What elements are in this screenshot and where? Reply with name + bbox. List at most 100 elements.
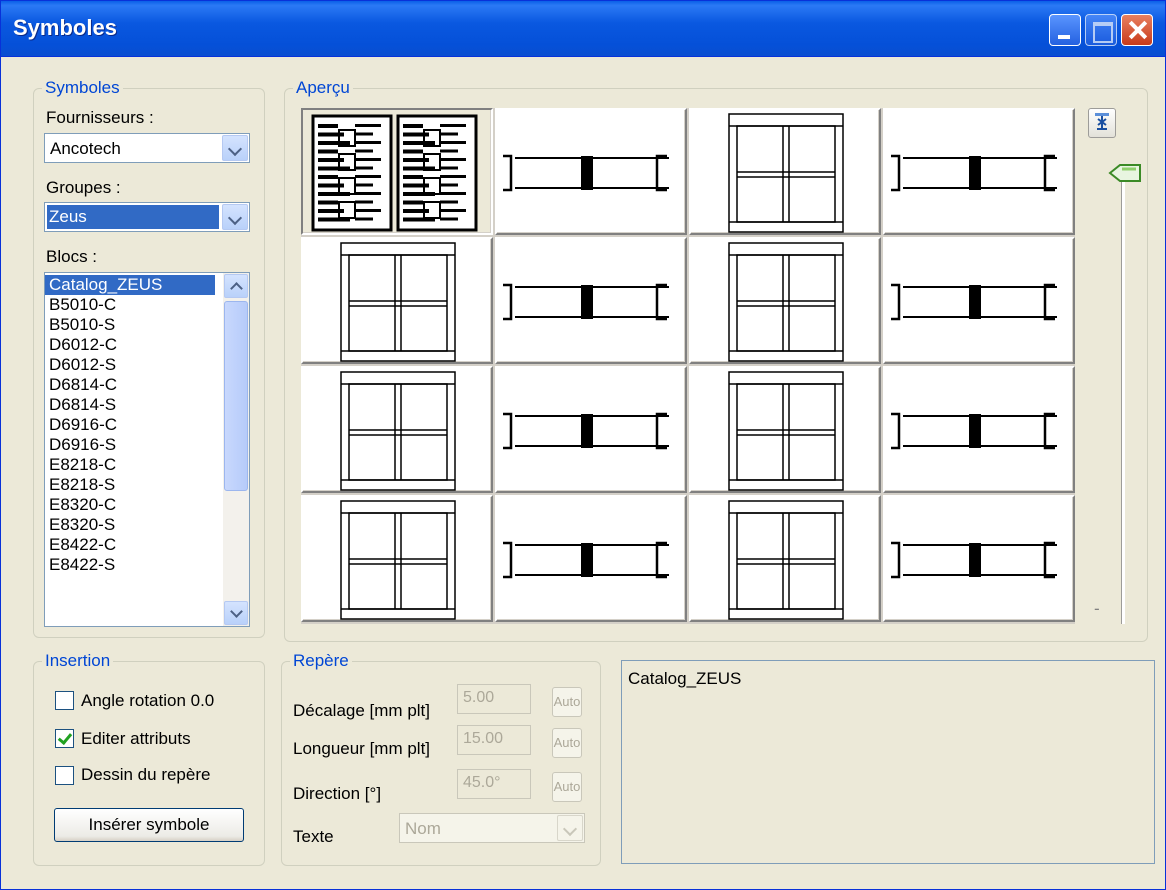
list-item[interactable]: E8320-C	[45, 495, 249, 515]
beam-drawing-icon	[503, 412, 669, 450]
inserer-symbole-button[interactable]: Insérer symbole	[54, 808, 244, 842]
preview-cell-frame[interactable]	[301, 495, 493, 622]
chevron-down-icon[interactable]	[222, 135, 248, 161]
list-item[interactable]: B5010-S	[45, 315, 249, 335]
list-item[interactable]: D6916-S	[45, 435, 249, 455]
frame-drawing-icon	[728, 371, 844, 491]
preview-cell-frame[interactable]	[689, 366, 881, 493]
scroll-thumb[interactable]	[224, 301, 248, 491]
preview-cell-frame[interactable]	[689, 237, 881, 364]
texte-label: Texte	[293, 827, 334, 846]
groupes-label: Groupes :	[46, 178, 121, 197]
list-item[interactable]: E8218-C	[45, 455, 249, 475]
beam-drawing-icon	[891, 541, 1057, 579]
insertion-legend: Insertion	[42, 651, 114, 671]
window-title: Symboles	[13, 15, 117, 40]
angle-rotation-checkbox[interactable]	[55, 691, 74, 710]
list-item[interactable]: D6012-C	[45, 335, 249, 355]
blocs-scrollbar[interactable]	[223, 273, 249, 626]
fournisseurs-select[interactable]: Ancotech	[44, 133, 250, 163]
preview-cell-frame[interactable]	[689, 108, 881, 235]
preview-cell-frame[interactable]	[689, 495, 881, 622]
title-bar[interactable]: Symboles	[1, 1, 1165, 57]
texte-select: Nom	[399, 813, 585, 843]
frame-drawing-icon	[728, 500, 844, 620]
angle-rotation-label: Angle rotation 0.0	[81, 691, 215, 710]
symboles-dialog: Symboles Symboles Fournisseurs : Ancotec…	[0, 0, 1166, 890]
chevron-down-icon	[557, 815, 583, 841]
preview-grid	[301, 108, 1075, 624]
preview-cell-beam[interactable]	[883, 366, 1075, 493]
list-item[interactable]: E8422-C	[45, 535, 249, 555]
list-item[interactable]: E8320-S	[45, 515, 249, 535]
longueur-input: 15.00	[457, 725, 531, 755]
close-button[interactable]	[1121, 14, 1153, 46]
blocs-listbox[interactable]: Catalog_ZEUS B5010-C B5010-S D6012-C D6012-S…	[44, 272, 250, 627]
decalage-input: 5.00	[457, 684, 531, 714]
preview-cell-beam[interactable]	[495, 495, 687, 622]
apercu-legend: Aperçu	[293, 78, 353, 98]
list-item[interactable]: E8218-S	[45, 475, 249, 495]
chevron-down-icon[interactable]	[222, 204, 248, 230]
preview-cell-frame[interactable]	[301, 366, 493, 493]
frame-drawing-icon	[340, 371, 456, 491]
frame-drawing-icon	[340, 242, 456, 362]
beam-drawing-icon	[891, 154, 1057, 192]
beam-drawing-icon	[891, 283, 1057, 321]
zoom-slider-track[interactable]	[1121, 176, 1125, 624]
list-item[interactable]: D6916-C	[45, 415, 249, 435]
symbol-info-box: Catalog_ZEUS	[621, 660, 1155, 864]
beam-drawing-icon	[891, 412, 1057, 450]
preview-cell-beam[interactable]	[495, 108, 687, 235]
minimize-button[interactable]	[1049, 14, 1081, 46]
maximize-button	[1085, 14, 1117, 46]
preview-cell-catalog[interactable]	[301, 108, 493, 235]
direction-label: Direction [°]	[293, 784, 382, 803]
groupes-select[interactable]: Zeus	[44, 202, 250, 232]
dessin-repere-checkbox[interactable]	[55, 766, 74, 785]
blocs-items: Catalog_ZEUS B5010-C B5010-S D6012-C D6012-S…	[45, 273, 249, 575]
list-item[interactable]: Catalog_ZEUS	[45, 275, 215, 295]
groupes-value: Zeus	[47, 205, 219, 229]
inserer-symbole-label: Insérer symbole	[88, 815, 210, 834]
blocs-label: Blocs :	[46, 247, 98, 266]
texte-value: Nom	[405, 819, 441, 838]
scroll-down-icon[interactable]	[224, 601, 248, 625]
direction-input: 45.0°	[457, 769, 531, 799]
preview-cell-frame[interactable]	[301, 237, 493, 364]
list-item[interactable]: D6814-S	[45, 395, 249, 415]
slider-min-label: -	[1094, 599, 1100, 618]
frame-drawing-icon	[340, 500, 456, 620]
frame-drawing-icon	[728, 113, 844, 233]
preview-cell-beam[interactable]	[883, 495, 1075, 622]
symbol-info-text: Catalog_ZEUS	[628, 669, 742, 688]
preview-cell-beam[interactable]	[495, 366, 687, 493]
frame-drawing-icon	[728, 242, 844, 362]
beam-drawing-icon	[503, 154, 669, 192]
preview-cell-beam[interactable]	[495, 237, 687, 364]
editer-attributs-label: Editer attributs	[81, 729, 191, 748]
fournisseurs-value: Ancotech	[50, 139, 121, 158]
editer-attributs-checkbox[interactable]	[55, 729, 74, 748]
longueur-label: Longueur [mm plt]	[293, 739, 431, 758]
scroll-up-icon[interactable]	[224, 274, 248, 298]
zoom-slider-thumb[interactable]	[1108, 163, 1142, 183]
direction-auto-button: Auto	[552, 772, 582, 802]
zoom-icon[interactable]	[1088, 108, 1116, 138]
dessin-repere-label: Dessin du repère	[81, 765, 211, 784]
fournisseurs-label: Fournisseurs :	[46, 108, 154, 127]
preview-cell-beam[interactable]	[883, 108, 1075, 235]
list-item[interactable]: D6012-S	[45, 355, 249, 375]
list-item[interactable]: E8422-S	[45, 555, 249, 575]
decalage-auto-button: Auto	[552, 687, 582, 717]
repere-legend: Repère	[290, 651, 352, 671]
beam-drawing-icon	[503, 283, 669, 321]
list-item[interactable]: D6814-C	[45, 375, 249, 395]
beam-drawing-icon	[503, 541, 669, 579]
catalog-drawing-icon	[311, 114, 478, 232]
longueur-auto-button: Auto	[552, 728, 582, 758]
preview-cell-beam[interactable]	[883, 237, 1075, 364]
list-item[interactable]: B5010-C	[45, 295, 249, 315]
symboles-legend: Symboles	[42, 78, 123, 98]
decalage-label: Décalage [mm plt]	[293, 701, 430, 720]
